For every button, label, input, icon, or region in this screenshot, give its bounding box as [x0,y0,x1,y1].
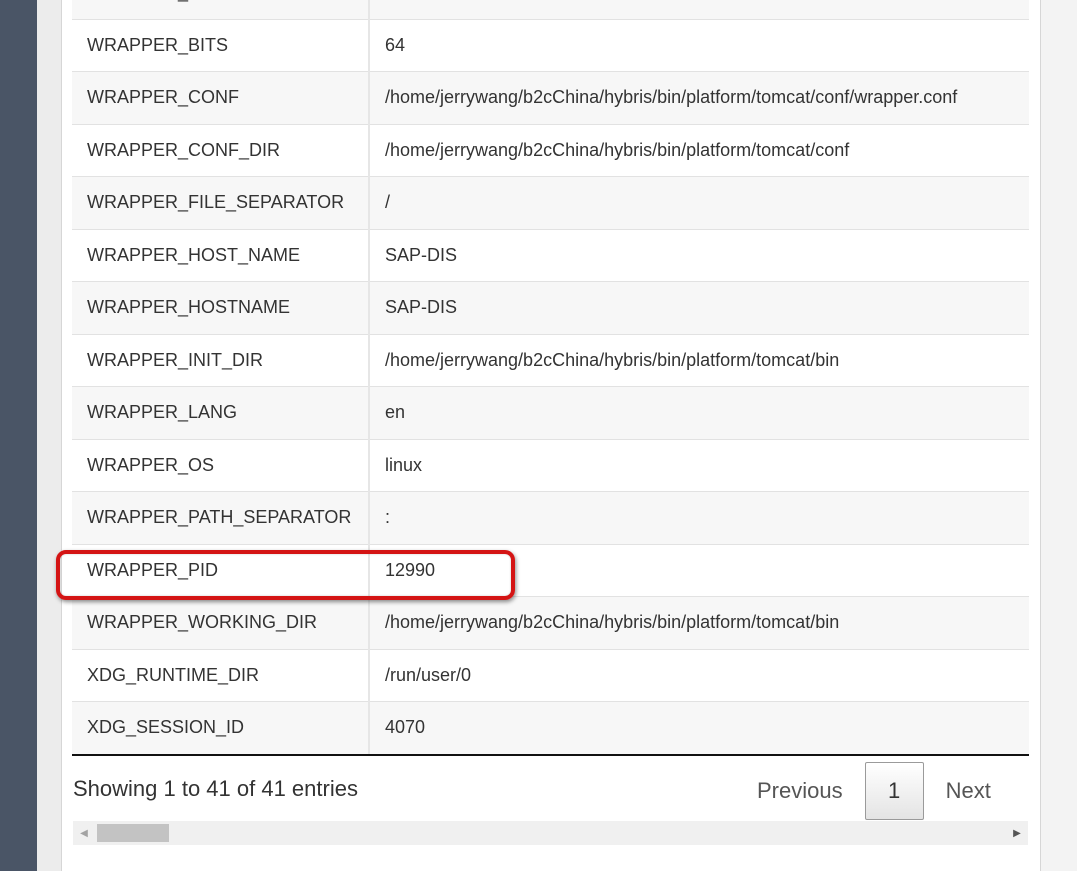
table-row: WRAPPER_PATH_SEPARATOR : [72,491,1029,545]
env-key: WRAPPER_CONF [72,71,370,125]
env-key: WRAPPER_OS [72,438,370,492]
env-key: WRAPPER_FILE_SEPARATOR [72,176,370,230]
env-value: /run/user/0 [369,648,1029,702]
env-value: en [369,386,1029,440]
scrollbar-thumb[interactable] [97,824,169,842]
env-value: 64 [369,18,1029,72]
right-gutter [1041,0,1077,871]
triangle-left-icon[interactable]: ◀ [73,821,95,845]
table-row: WRAPPER_BITS 64 [72,18,1029,72]
left-gutter [37,0,61,871]
table-row: WRAPPER_HOST_NAME SAP-DIS [72,228,1029,282]
env-variables-table: WRAPPER_ARCH x86 WRAPPER_BITS 64 WRAPPER… [72,0,1029,755]
env-value: /home/jerrywang/b2cChina/hybris/bin/plat… [369,71,1029,125]
env-value: 4070 [369,701,1029,755]
triangle-right-icon[interactable]: ▶ [1006,821,1028,845]
table-info: Showing 1 to 41 of 41 entries [73,776,358,801]
table-row: WRAPPER_OS linux [72,438,1029,492]
table-row: WRAPPER_WORKING_DIR /home/jerrywang/b2cC… [72,596,1029,650]
table-row: WRAPPER_CONF_DIR /home/jerrywang/b2cChin… [72,123,1029,177]
env-value: 12990 [369,543,1029,597]
table-row: XDG_RUNTIME_DIR /run/user/0 [72,648,1029,702]
page-1-button[interactable]: 1 [864,762,924,820]
table-row: WRAPPER_ARCH x86 [72,0,1029,20]
env-value: linux [369,438,1029,492]
env-value: /home/jerrywang/b2cChina/hybris/bin/plat… [369,596,1029,650]
env-key: WRAPPER_LANG [72,386,370,440]
env-key: WRAPPER_PID [72,543,370,597]
env-value: : [369,491,1029,545]
table-row: WRAPPER_CONF /home/jerrywang/b2cChina/hy… [72,71,1029,125]
env-value: /home/jerrywang/b2cChina/hybris/bin/plat… [369,333,1029,387]
env-value: /home/jerrywang/b2cChina/hybris/bin/plat… [369,123,1029,177]
previous-button[interactable]: Previous [735,762,865,820]
env-value: / [369,176,1029,230]
env-key: WRAPPER_PATH_SEPARATOR [72,491,370,545]
left-sidebar-rail [0,0,37,871]
env-key: WRAPPER_INIT_DIR [72,333,370,387]
pagination: Previous 1 Next [735,762,1013,820]
env-key: XDG_SESSION_ID [72,701,370,755]
env-key: WRAPPER_HOST_NAME [72,228,370,282]
env-key: WRAPPER_WORKING_DIR [72,596,370,650]
env-key: XDG_RUNTIME_DIR [72,648,370,702]
table-row: WRAPPER_HOSTNAME SAP-DIS [72,281,1029,335]
env-key: WRAPPER_CONF_DIR [72,123,370,177]
env-key: WRAPPER_BITS [72,18,370,72]
table-row-highlighted: WRAPPER_PID 12990 [72,543,1029,597]
table-row: WRAPPER_FILE_SEPARATOR / [72,176,1029,230]
horizontal-scrollbar[interactable]: ◀ ▶ [73,821,1028,845]
next-button[interactable]: Next [924,762,1013,820]
env-table-viewport[interactable]: WRAPPER_ARCH x86 WRAPPER_BITS 64 WRAPPER… [72,0,1029,755]
table-row: XDG_SESSION_ID 4070 [72,701,1029,755]
table-row: WRAPPER_LANG en [72,386,1029,440]
env-key: WRAPPER_ARCH [72,0,370,20]
env-key: WRAPPER_HOSTNAME [72,281,370,335]
table-bottom-border [72,754,1029,756]
env-value: SAP-DIS [369,281,1029,335]
env-value: x86 [369,0,1029,20]
table-row: WRAPPER_INIT_DIR /home/jerrywang/b2cChin… [72,333,1029,387]
env-value: SAP-DIS [369,228,1029,282]
